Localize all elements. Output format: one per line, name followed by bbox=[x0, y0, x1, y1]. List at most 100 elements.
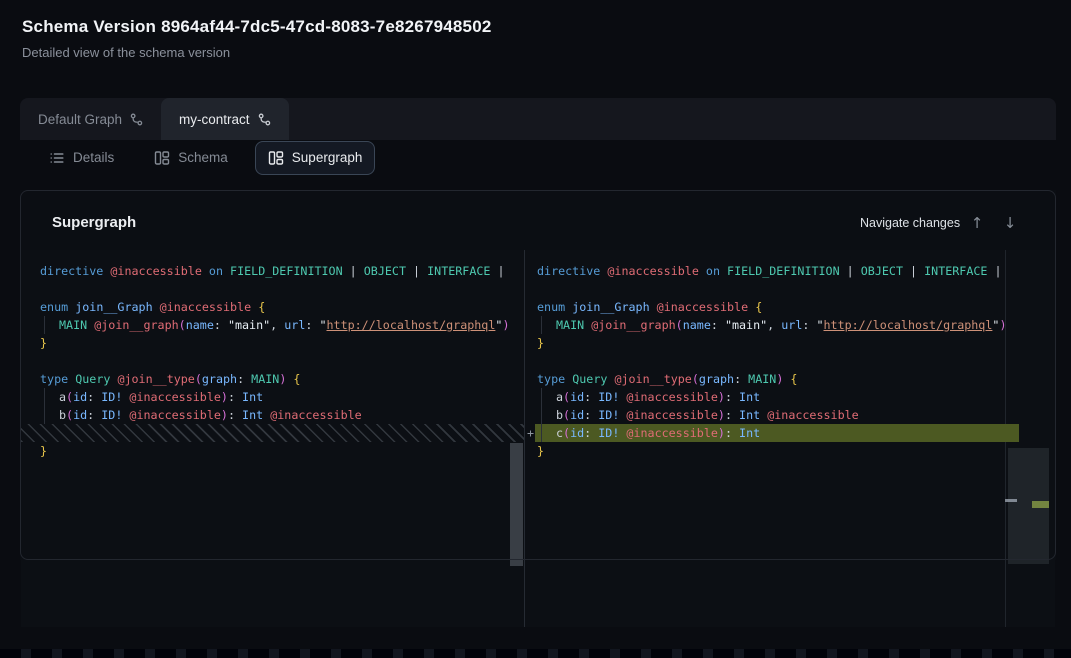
code-token: url bbox=[781, 318, 802, 332]
code-token: Query bbox=[572, 372, 607, 386]
code-line: } bbox=[21, 442, 524, 460]
code-line: } bbox=[21, 334, 524, 352]
code-token: " bbox=[816, 318, 823, 332]
code-token: @inaccessible bbox=[270, 408, 361, 422]
tab-my-contract-label: my-contract bbox=[179, 112, 250, 127]
code-token: enum bbox=[537, 300, 565, 314]
code-token: @inaccessible bbox=[129, 390, 220, 404]
code-token: ( bbox=[676, 318, 683, 332]
code-token: type bbox=[40, 372, 68, 386]
diff-plus-marker: + bbox=[527, 424, 534, 442]
navigate-previous-change-button[interactable]: ↑ bbox=[966, 212, 988, 234]
navigate-changes-label: Navigate changes bbox=[860, 216, 960, 230]
code-token: FIELD_DEFINITION bbox=[230, 264, 343, 278]
code-token: id bbox=[570, 408, 584, 422]
code-token: ) bbox=[718, 390, 725, 404]
diff-splitter[interactable] bbox=[524, 250, 525, 627]
tab-default-graph[interactable]: Default Graph bbox=[20, 98, 161, 140]
code-token: ( bbox=[692, 372, 699, 386]
tab-schema[interactable]: Schema bbox=[141, 141, 241, 175]
code-token: MAIN bbox=[251, 372, 279, 386]
minimap-slider[interactable] bbox=[1008, 448, 1049, 564]
code-token: INTERFACE bbox=[427, 264, 490, 278]
code-token bbox=[699, 264, 706, 278]
code-token: b bbox=[556, 408, 563, 422]
code-line: enum join__Graph @inaccessible { bbox=[525, 298, 1005, 316]
diff-pane-modified[interactable]: directive @inaccessible on FIELD_DEFINIT… bbox=[525, 262, 1005, 622]
code-token: @inaccessible bbox=[626, 426, 717, 440]
code-line: MAIN @join__graph(name: "main", url: "ht… bbox=[525, 316, 1005, 334]
code-token: @join__graph bbox=[94, 318, 178, 332]
code-token bbox=[153, 300, 160, 314]
code-token: @inaccessible bbox=[657, 300, 748, 314]
code-token: graph bbox=[699, 372, 734, 386]
indent-guide bbox=[541, 316, 556, 334]
fork-icon bbox=[258, 113, 271, 126]
code-token: Int bbox=[739, 408, 760, 422]
left-pane-scrollbar-thumb[interactable] bbox=[510, 443, 523, 566]
code-token: | bbox=[343, 264, 364, 278]
panels-icon bbox=[154, 150, 170, 166]
code-token: on bbox=[706, 264, 720, 278]
code-token: } bbox=[537, 444, 544, 458]
code-token bbox=[202, 264, 209, 278]
code-token: name bbox=[186, 318, 214, 332]
code-line: directive @inaccessible on FIELD_DEFINIT… bbox=[21, 262, 524, 280]
code-token: type bbox=[537, 372, 565, 386]
code-token: Int bbox=[242, 390, 263, 404]
diff-pane-original[interactable]: directive @inaccessible on FIELD_DEFINIT… bbox=[21, 262, 524, 622]
code-token: @inaccessible bbox=[626, 390, 717, 404]
code-token: directive bbox=[40, 264, 103, 278]
code-token: | bbox=[406, 264, 427, 278]
code-token: ) bbox=[221, 390, 228, 404]
code-line: enum join__Graph @inaccessible { bbox=[21, 298, 524, 316]
code-token: "main" bbox=[725, 318, 767, 332]
fork-icon bbox=[130, 113, 143, 126]
code-token: @join__type bbox=[117, 372, 194, 386]
code-token: ID! bbox=[101, 390, 122, 404]
page-subtitle: Detailed view of the schema version bbox=[22, 45, 230, 60]
graph-tab-strip: Default Graph my-contract bbox=[20, 98, 1056, 140]
code-token: c bbox=[556, 426, 563, 440]
code-token: @inaccessible bbox=[767, 408, 858, 422]
tab-default-graph-label: Default Graph bbox=[38, 112, 122, 127]
code-token: a bbox=[59, 390, 66, 404]
code-token: : bbox=[87, 408, 101, 422]
code-token: : bbox=[725, 426, 739, 440]
tab-my-contract[interactable]: my-contract bbox=[161, 98, 289, 140]
code-line: b(id: ID! @inaccessible): Int @inaccessi… bbox=[525, 406, 1005, 424]
url-link[interactable]: http://localhost/graphql bbox=[327, 318, 496, 332]
code-token: @join__type bbox=[614, 372, 691, 386]
tab-details[interactable]: Details bbox=[36, 141, 127, 175]
code-token: : bbox=[711, 318, 725, 332]
down-arrow-icon: ↓ bbox=[1004, 214, 1017, 232]
code-token: name bbox=[683, 318, 711, 332]
code-token: { bbox=[293, 372, 300, 386]
code-token: ( bbox=[179, 318, 186, 332]
indent-guide bbox=[44, 388, 59, 406]
code-token: on bbox=[209, 264, 223, 278]
code-token: FIELD_DEFINITION bbox=[727, 264, 840, 278]
code-token: } bbox=[537, 336, 544, 350]
code-token: : bbox=[214, 318, 228, 332]
code-line: a(id: ID! @inaccessible): Int bbox=[525, 388, 1005, 406]
schema-diff-editor[interactable]: directive @inaccessible on FIELD_DEFINIT… bbox=[21, 250, 1055, 627]
code-token: } bbox=[40, 336, 47, 350]
code-token bbox=[650, 300, 657, 314]
code-token: id bbox=[73, 390, 87, 404]
code-token: | bbox=[490, 264, 504, 278]
code-token: ID! bbox=[598, 408, 619, 422]
code-token bbox=[720, 264, 727, 278]
code-token: : bbox=[584, 426, 598, 440]
code-token: a bbox=[556, 390, 563, 404]
code-token: id bbox=[570, 426, 584, 440]
code-token bbox=[223, 264, 230, 278]
navigate-next-change-button[interactable]: ↓ bbox=[999, 212, 1021, 234]
code-token: @join__graph bbox=[591, 318, 675, 332]
url-link[interactable]: http://localhost/graphql bbox=[824, 318, 993, 332]
tab-supergraph[interactable]: Supergraph bbox=[255, 141, 376, 175]
code-token: , bbox=[767, 318, 781, 332]
tab-schema-label: Schema bbox=[178, 150, 228, 165]
code-token: join__Graph bbox=[572, 300, 649, 314]
code-token: MAIN bbox=[748, 372, 776, 386]
